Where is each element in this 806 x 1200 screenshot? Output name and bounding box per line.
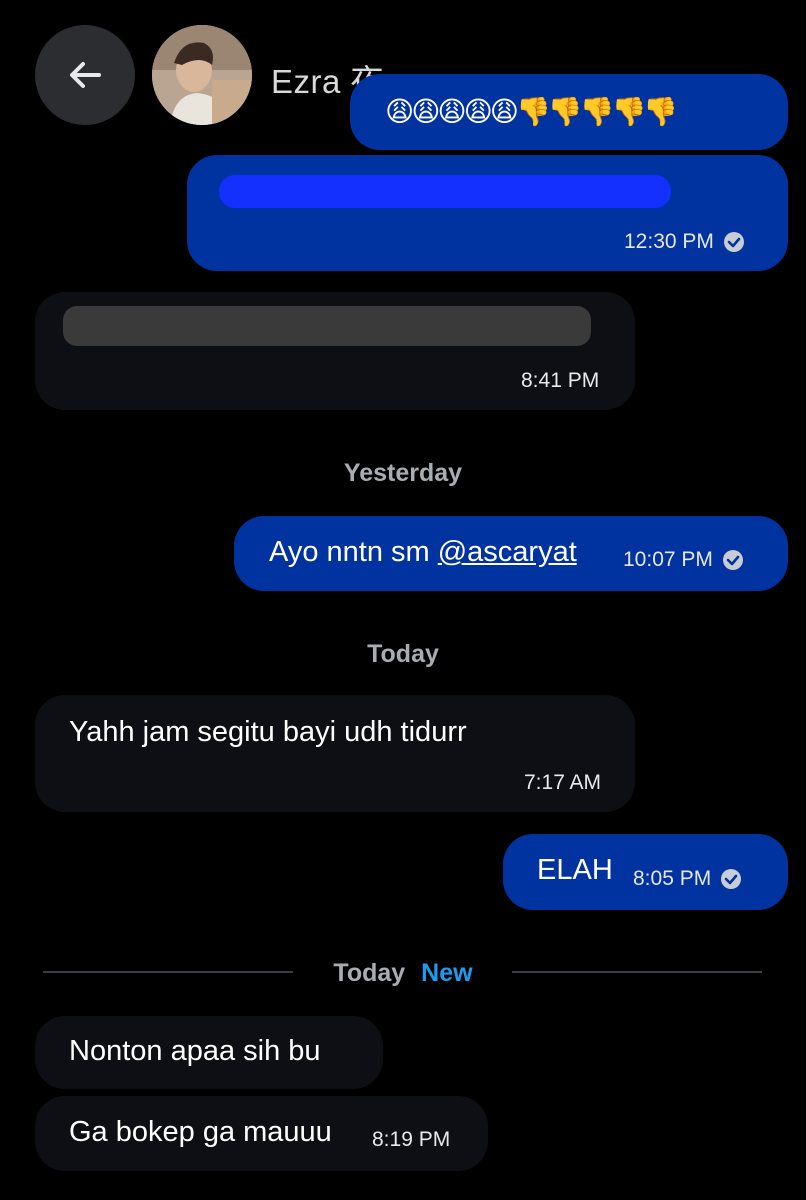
message-time: 8:19 PM xyxy=(372,1128,451,1151)
message-time: 12:30 PM xyxy=(624,230,744,254)
message-bubble-received[interactable]: 8:41 PM xyxy=(35,292,635,410)
arrow-left-icon xyxy=(70,62,101,88)
back-button[interactable] xyxy=(35,25,135,125)
date-separator: Yesterday xyxy=(343,459,463,487)
message-text: Nonton apaa sih bu xyxy=(69,1035,321,1067)
read-check-icon xyxy=(723,232,744,253)
message-bubble-received[interactable]: Yahh jam segitu bayi udh tidurr 7:17 AM xyxy=(35,695,635,812)
new-badge: New xyxy=(421,959,473,987)
message-text: Ga bokep ga mauuu xyxy=(69,1116,332,1148)
date-separator: Today xyxy=(367,640,439,668)
read-check-icon xyxy=(722,550,743,571)
contact-avatar[interactable] xyxy=(152,25,252,125)
message-bubble-sent[interactable]: 12:30 PM xyxy=(187,155,788,271)
redaction-bar xyxy=(219,175,671,208)
read-check-icon xyxy=(721,869,742,890)
message-bubble-received[interactable]: Ga bokep ga mauuu 8:19 PM xyxy=(35,1096,488,1171)
date-label: Today xyxy=(333,959,406,987)
message-time: 10:07 PM xyxy=(623,548,743,572)
message-time: 8:41 PM xyxy=(521,369,600,392)
message-bubble-sent[interactable]: ELAH 8:05 PM xyxy=(503,834,788,910)
message-bubble-sent[interactable]: Ayo nntn sm @ascaryat 10:07 PM xyxy=(234,516,788,591)
message-bubble-sent[interactable]: 😩😩😩😩😩👎👎👎👎👎 xyxy=(350,74,788,150)
mention-link[interactable]: @ascaryat xyxy=(438,536,577,568)
message-time: 8:05 PM xyxy=(633,867,742,891)
divider-line xyxy=(512,971,762,973)
message-text: ELAH xyxy=(537,854,613,886)
message-text: Yahh jam segitu bayi udh tidurr xyxy=(69,716,467,748)
new-messages-separator: Today New xyxy=(0,959,806,988)
message-time: 7:17 AM xyxy=(524,771,602,794)
redaction-bar xyxy=(63,306,591,346)
message-bubble-received[interactable]: Nonton apaa sih bu xyxy=(35,1016,383,1089)
message-text: 😩😩😩😩😩👎👎👎👎👎 xyxy=(385,96,678,127)
message-text: Ayo nntn sm @ascaryat xyxy=(269,536,577,568)
